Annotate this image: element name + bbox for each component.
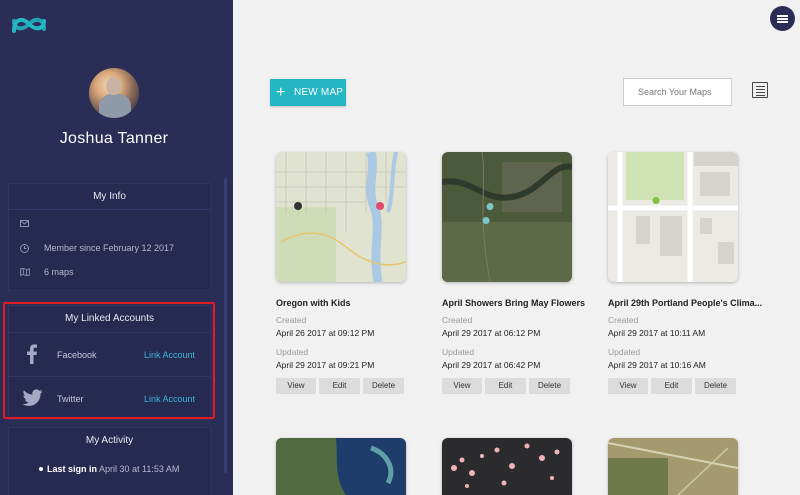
map-thumbnail-climate[interactable] [608,152,738,282]
created-value: April 29 2017 at 10:11 AM [608,328,706,338]
map-thumbnail-florida[interactable] [276,438,406,495]
my-info-panel: My Info Member since February 12 2017 6 … [8,183,211,291]
list-view-icon[interactable] [752,82,768,98]
updated-label: Updated [442,347,475,357]
created-value: April 29 2017 at 06:12 PM [442,328,541,338]
twitter-icon [23,389,43,406]
updated-label: Updated [276,347,309,357]
updated-value: April 29 2017 at 10:16 AM [608,360,706,370]
hamburger-icon [777,15,788,17]
updated-value: April 29 2017 at 09:21 PM [276,360,375,370]
created-label: Created [608,315,639,325]
facebook-icon [27,344,37,364]
envelope-icon [20,220,30,228]
map-icon [20,268,30,277]
last-sign-in: Last sign in April 30 at 11:53 AM [9,460,210,478]
view-button[interactable]: View [608,378,648,394]
new-map-button[interactable]: + NEW MAP [270,79,346,106]
sidebar-scrollbar[interactable] [224,178,227,473]
map-thumbnail-dark[interactable] [442,438,572,495]
member-since-row: Member since February 12 2017 [9,236,210,260]
user-name: Joshua Tanner [59,130,169,147]
logo-icon[interactable] [11,13,47,35]
delete-button[interactable]: Delete [363,378,404,394]
edit-button[interactable]: Edit [485,378,526,394]
plus-icon: + [276,84,286,101]
account-name-twitter: Twitter [57,394,84,404]
avatar [89,68,139,118]
delete-button[interactable]: Delete [695,378,736,394]
link-facebook-button[interactable]: Link Account [144,350,195,360]
edit-button[interactable]: Edit [651,378,692,394]
created-label: Created [442,315,473,325]
menu-button[interactable] [770,6,795,31]
map-thumbnail-oregon[interactable] [276,152,406,282]
new-map-label: NEW MAP [294,87,344,98]
activity-panel: My Activity Last sign in April 30 at 11:… [8,427,211,495]
map-title[interactable]: Oregon with Kids [276,298,446,308]
clock-icon [20,244,30,253]
linked-accounts-title: My Linked Accounts [65,313,154,324]
updated-value: April 29 2017 at 06:42 PM [442,360,541,370]
main-content: + NEW MAP Oregon with Kids Created April… [233,0,800,495]
sidebar: Joshua Tanner My Info Member since Febru… [0,0,233,495]
map-title[interactable]: April Showers Bring May Flowers [442,298,612,308]
view-button[interactable]: View [276,378,316,394]
updated-label: Updated [608,347,641,357]
map-title[interactable]: April 29th Portland People's Clima... [608,298,778,308]
last-sign-in-value: April 30 at 11:53 AM [99,464,180,474]
view-button[interactable]: View [442,378,482,394]
created-value: April 26 2017 at 09:12 PM [276,328,375,338]
my-info-title: My Info [9,184,210,210]
account-name-facebook: Facebook [57,350,97,360]
member-since: Member since February 12 2017 [44,243,175,253]
edit-button[interactable]: Edit [319,378,360,394]
account-row-twitter: Twitter Link Account [9,376,210,420]
map-thumbnail-satellite[interactable] [608,438,738,495]
delete-button[interactable]: Delete [529,378,570,394]
map-thumbnail-april-showers[interactable] [442,152,572,282]
account-row-facebook: Facebook Link Account [9,332,210,376]
linked-accounts-panel: My Linked Accounts Facebook Link Account… [8,305,211,420]
maps-count: 6 maps [44,267,74,277]
email-row [9,212,210,236]
maps-count-row: 6 maps [9,260,210,284]
search-input[interactable] [623,78,732,106]
link-twitter-button[interactable]: Link Account [144,394,195,404]
last-sign-in-label: Last sign in [47,464,98,474]
activity-title: My Activity [85,435,134,446]
created-label: Created [276,315,307,325]
